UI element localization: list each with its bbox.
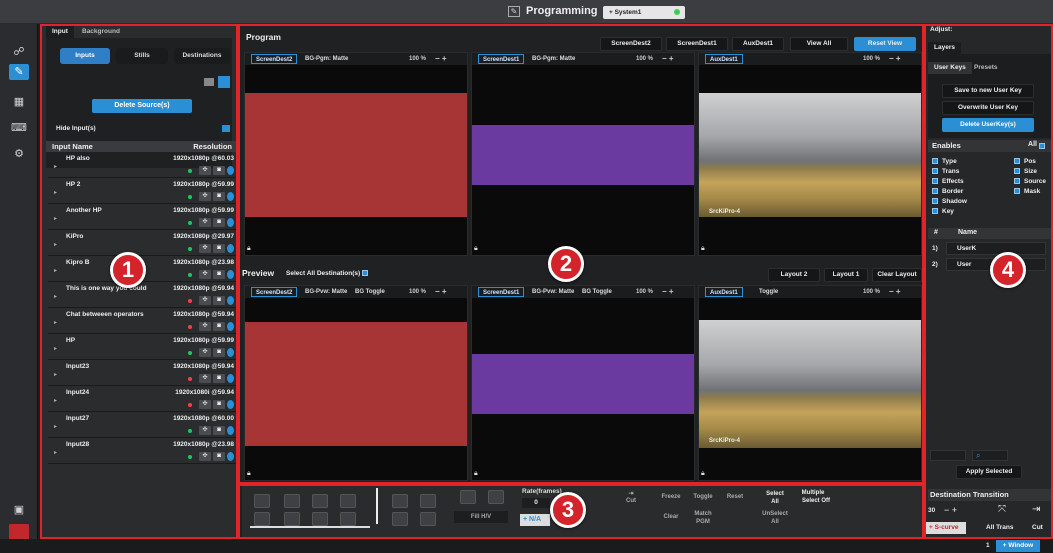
keyboard-icon[interactable]: ⌨ (9, 120, 29, 136)
callout-badge-1: 1 (110, 252, 146, 288)
title-bar: ✎ Programming + System1 (0, 0, 1053, 24)
edit-icon: ✎ (508, 6, 520, 17)
grid-icon[interactable]: ▦ (9, 94, 29, 110)
left-rail: ☍ ✎ ▦ ⌨ ⚙ ▣ (0, 24, 38, 553)
app-root: ✎ Programming + System1 ☍ ✎ ▦ ⌨ ⚙ ▣ Inpu… (0, 0, 1053, 553)
footer: 1 + Window (0, 539, 1053, 553)
system-tab-label: + System1 (609, 9, 642, 16)
gear-icon[interactable]: ⚙ (9, 146, 29, 162)
callout-box-4 (924, 24, 1053, 539)
system-tab[interactable]: + System1 (603, 6, 685, 19)
status-dot-icon (674, 9, 680, 15)
page-title: Programming (526, 5, 598, 17)
page-number: 1 (986, 542, 990, 549)
network-icon[interactable]: ☍ (9, 44, 29, 60)
callout-badge-2: 2 (548, 246, 584, 282)
save-icon[interactable]: ▣ (9, 502, 29, 518)
edit-mode-icon[interactable]: ✎ (9, 64, 29, 80)
callout-badge-4: 4 (990, 252, 1026, 288)
callout-badge-3: 3 (550, 492, 586, 528)
add-window-button[interactable]: + Window (996, 540, 1040, 552)
